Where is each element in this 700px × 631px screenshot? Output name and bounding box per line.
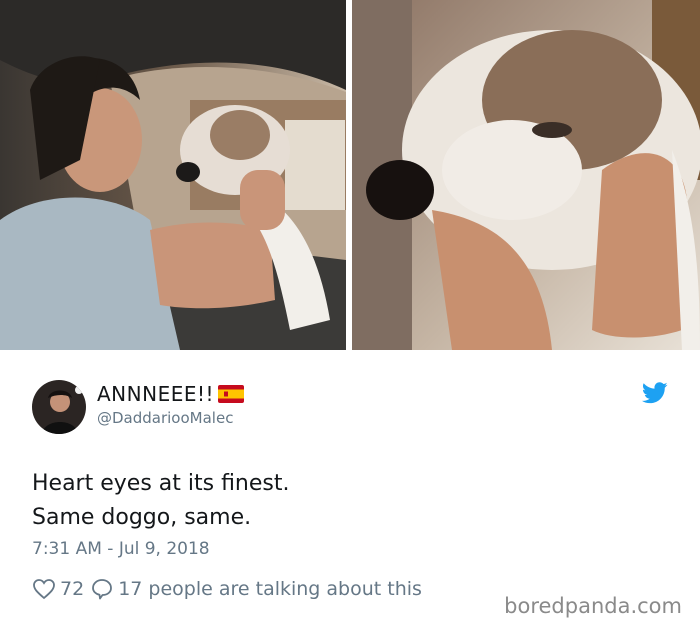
display-name[interactable]: ANNNEEE!! bbox=[97, 382, 214, 406]
tweet-timestamp[interactable]: 7:31 AM - Jul 9, 2018 bbox=[32, 539, 210, 559]
watermark: boredpanda.com bbox=[504, 594, 682, 618]
tweet-media bbox=[0, 0, 700, 350]
author-name-row[interactable]: ANNNEEE!! bbox=[97, 381, 245, 407]
tweet-text: Heart eyes at its finest. Same doggo, sa… bbox=[32, 467, 289, 535]
spain-flag-icon bbox=[218, 385, 245, 403]
avatar[interactable] bbox=[32, 380, 86, 434]
tweet-text-line: Heart eyes at its finest. bbox=[32, 471, 290, 496]
conversation-count[interactable]: 17 people are talking about this bbox=[118, 578, 422, 600]
heart-icon[interactable] bbox=[32, 577, 56, 601]
like-count[interactable]: 72 bbox=[60, 578, 84, 600]
user-handle[interactable]: @DaddariooMalec bbox=[97, 409, 233, 427]
tweet-actions: 72 17 people are talking about this bbox=[32, 574, 422, 604]
tweet-text-line: Same doggo, same. bbox=[32, 505, 252, 530]
reply-bubble-icon[interactable] bbox=[90, 577, 114, 601]
dog-closeup-photo[interactable] bbox=[352, 0, 700, 350]
twitter-bird-icon[interactable] bbox=[641, 382, 668, 404]
man-with-dog-in-car-photo[interactable] bbox=[0, 0, 346, 350]
